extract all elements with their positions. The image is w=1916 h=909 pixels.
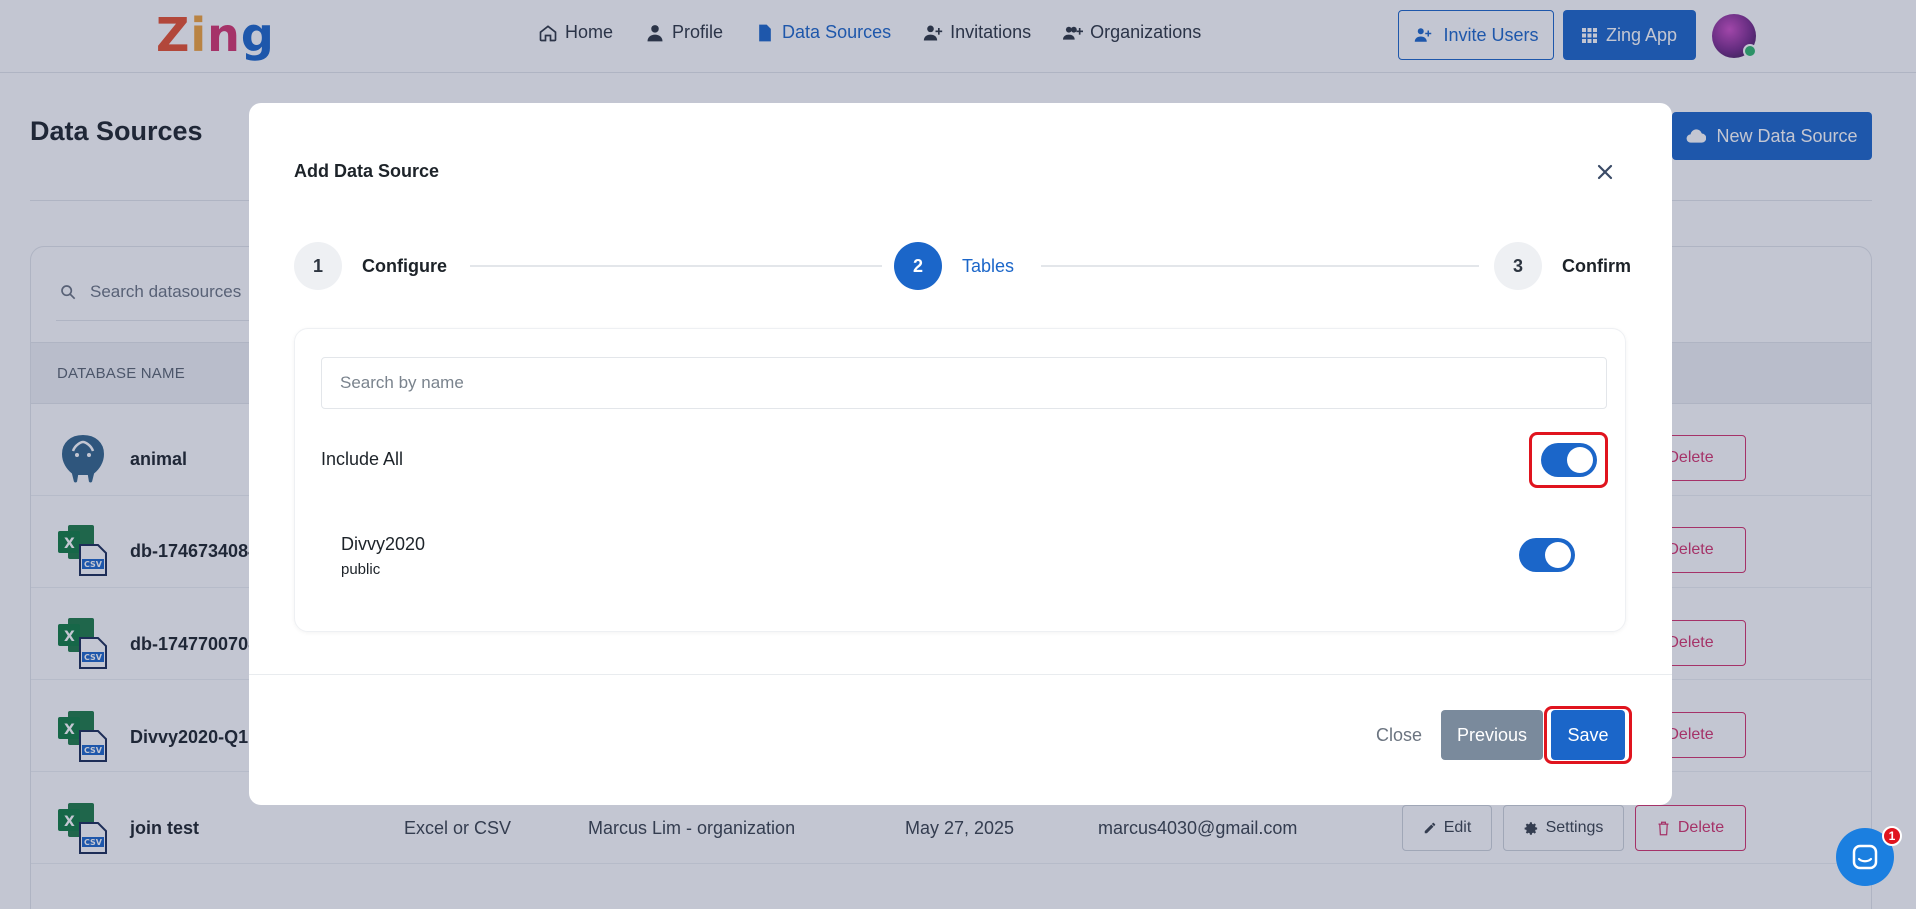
step-3-label: Confirm <box>1562 256 1631 276</box>
table-item-schema: public <box>341 561 381 578</box>
include-all-toggle[interactable] <box>1541 443 1597 477</box>
table-include-toggle[interactable] <box>1519 538 1575 572</box>
add-data-source-modal: Add Data Source 1 Configure 2 Tables 3 C… <box>249 103 1672 805</box>
step-connector <box>1041 265 1479 267</box>
modal-footer-divider <box>249 674 1672 675</box>
step-1-number: 1 <box>312 255 323 276</box>
save-button[interactable]: Save <box>1551 710 1625 760</box>
close-icon[interactable] <box>1592 159 1618 185</box>
table-search-input[interactable] <box>321 357 1607 409</box>
step-2-label: Tables <box>962 256 1015 276</box>
include-all-label: Include All <box>321 449 404 469</box>
step-connector <box>470 265 882 267</box>
close-button[interactable]: Close <box>1376 725 1422 746</box>
modal-title: Add Data Source <box>294 161 440 181</box>
chat-notification-badge: 1 <box>1882 826 1902 846</box>
chat-icon <box>1852 844 1878 870</box>
step-1-label: Configure <box>362 256 447 276</box>
step-3-number: 3 <box>1512 255 1523 276</box>
table-item-name: Divvy2020 <box>341 534 426 554</box>
step-1-circle[interactable]: 1 <box>294 242 342 290</box>
save-label: Save <box>1567 724 1609 745</box>
step-3-circle[interactable]: 3 <box>1494 242 1542 290</box>
previous-label: Previous <box>1456 724 1528 745</box>
step-2-number: 2 <box>912 255 923 276</box>
step-2-circle[interactable]: 2 <box>894 242 942 290</box>
previous-button[interactable]: Previous <box>1441 710 1543 760</box>
